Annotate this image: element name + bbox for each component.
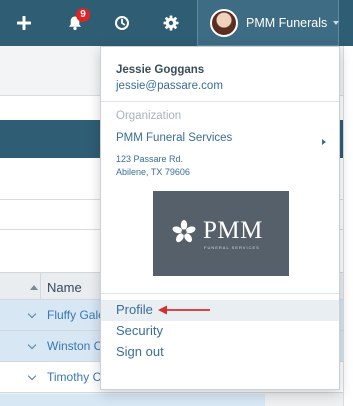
notification-count-badge: 9 — [76, 8, 90, 22]
menu-item-security[interactable]: Security — [101, 321, 339, 342]
chevron-down-icon[interactable] — [27, 340, 37, 350]
column-header-name[interactable]: Name — [47, 280, 82, 295]
menu-item-label: Security — [116, 323, 163, 338]
avatar — [210, 8, 238, 37]
menu-item-label: Profile — [116, 302, 153, 317]
user-email: jessie@passare.com — [116, 80, 223, 92]
organization-switcher[interactable]: PMM Funeral Services — [101, 129, 339, 151]
menu-item-sign-out[interactable]: Sign out — [101, 342, 339, 363]
page-edge — [343, 46, 353, 406]
chevron-down-icon[interactable] — [27, 309, 37, 319]
bell-icon[interactable]: 9 — [63, 8, 90, 35]
column-divider — [40, 273, 41, 301]
caret-down-icon — [333, 20, 340, 25]
flower-logo-icon — [172, 220, 196, 243]
menu-item-label: Sign out — [116, 344, 164, 359]
divider — [101, 101, 339, 102]
organization-address-line1: 123 Passare Rd. — [116, 154, 184, 164]
account-name: PMM Funerals — [246, 15, 328, 30]
organization-label: Organization — [116, 110, 182, 122]
logo-wordmark: PMM — [203, 217, 263, 244]
organization-logo: PMM FUNERAL SERVICES — [153, 191, 289, 276]
caret-right-icon — [322, 139, 326, 145]
account-dropdown-menu: Jessie Goggans jessie@passare.com Organi… — [100, 46, 340, 390]
clock-icon[interactable] — [110, 11, 134, 35]
sort-ascending-icon[interactable] — [30, 285, 38, 290]
organization-address-line2: Abilene, TX 79606 — [116, 167, 190, 177]
table-row — [0, 394, 265, 406]
annotation-arrow-icon — [158, 305, 210, 315]
gear-icon[interactable] — [159, 11, 183, 35]
logo-tagline: FUNERAL SERVICES — [204, 245, 260, 250]
divider — [101, 293, 339, 294]
top-navigation-bar: 9 PMM Funerals — [0, 0, 353, 46]
user-name: Jessie Goggans — [116, 64, 205, 76]
plus-icon[interactable] — [12, 11, 36, 35]
row-name-link[interactable]: Timothy Ch — [47, 370, 108, 384]
chevron-down-icon[interactable] — [27, 371, 37, 381]
account-menu-trigger[interactable]: PMM Funerals — [197, 0, 340, 46]
organization-name: PMM Funeral Services — [116, 132, 233, 144]
menu-item-profile[interactable]: Profile — [101, 300, 339, 321]
